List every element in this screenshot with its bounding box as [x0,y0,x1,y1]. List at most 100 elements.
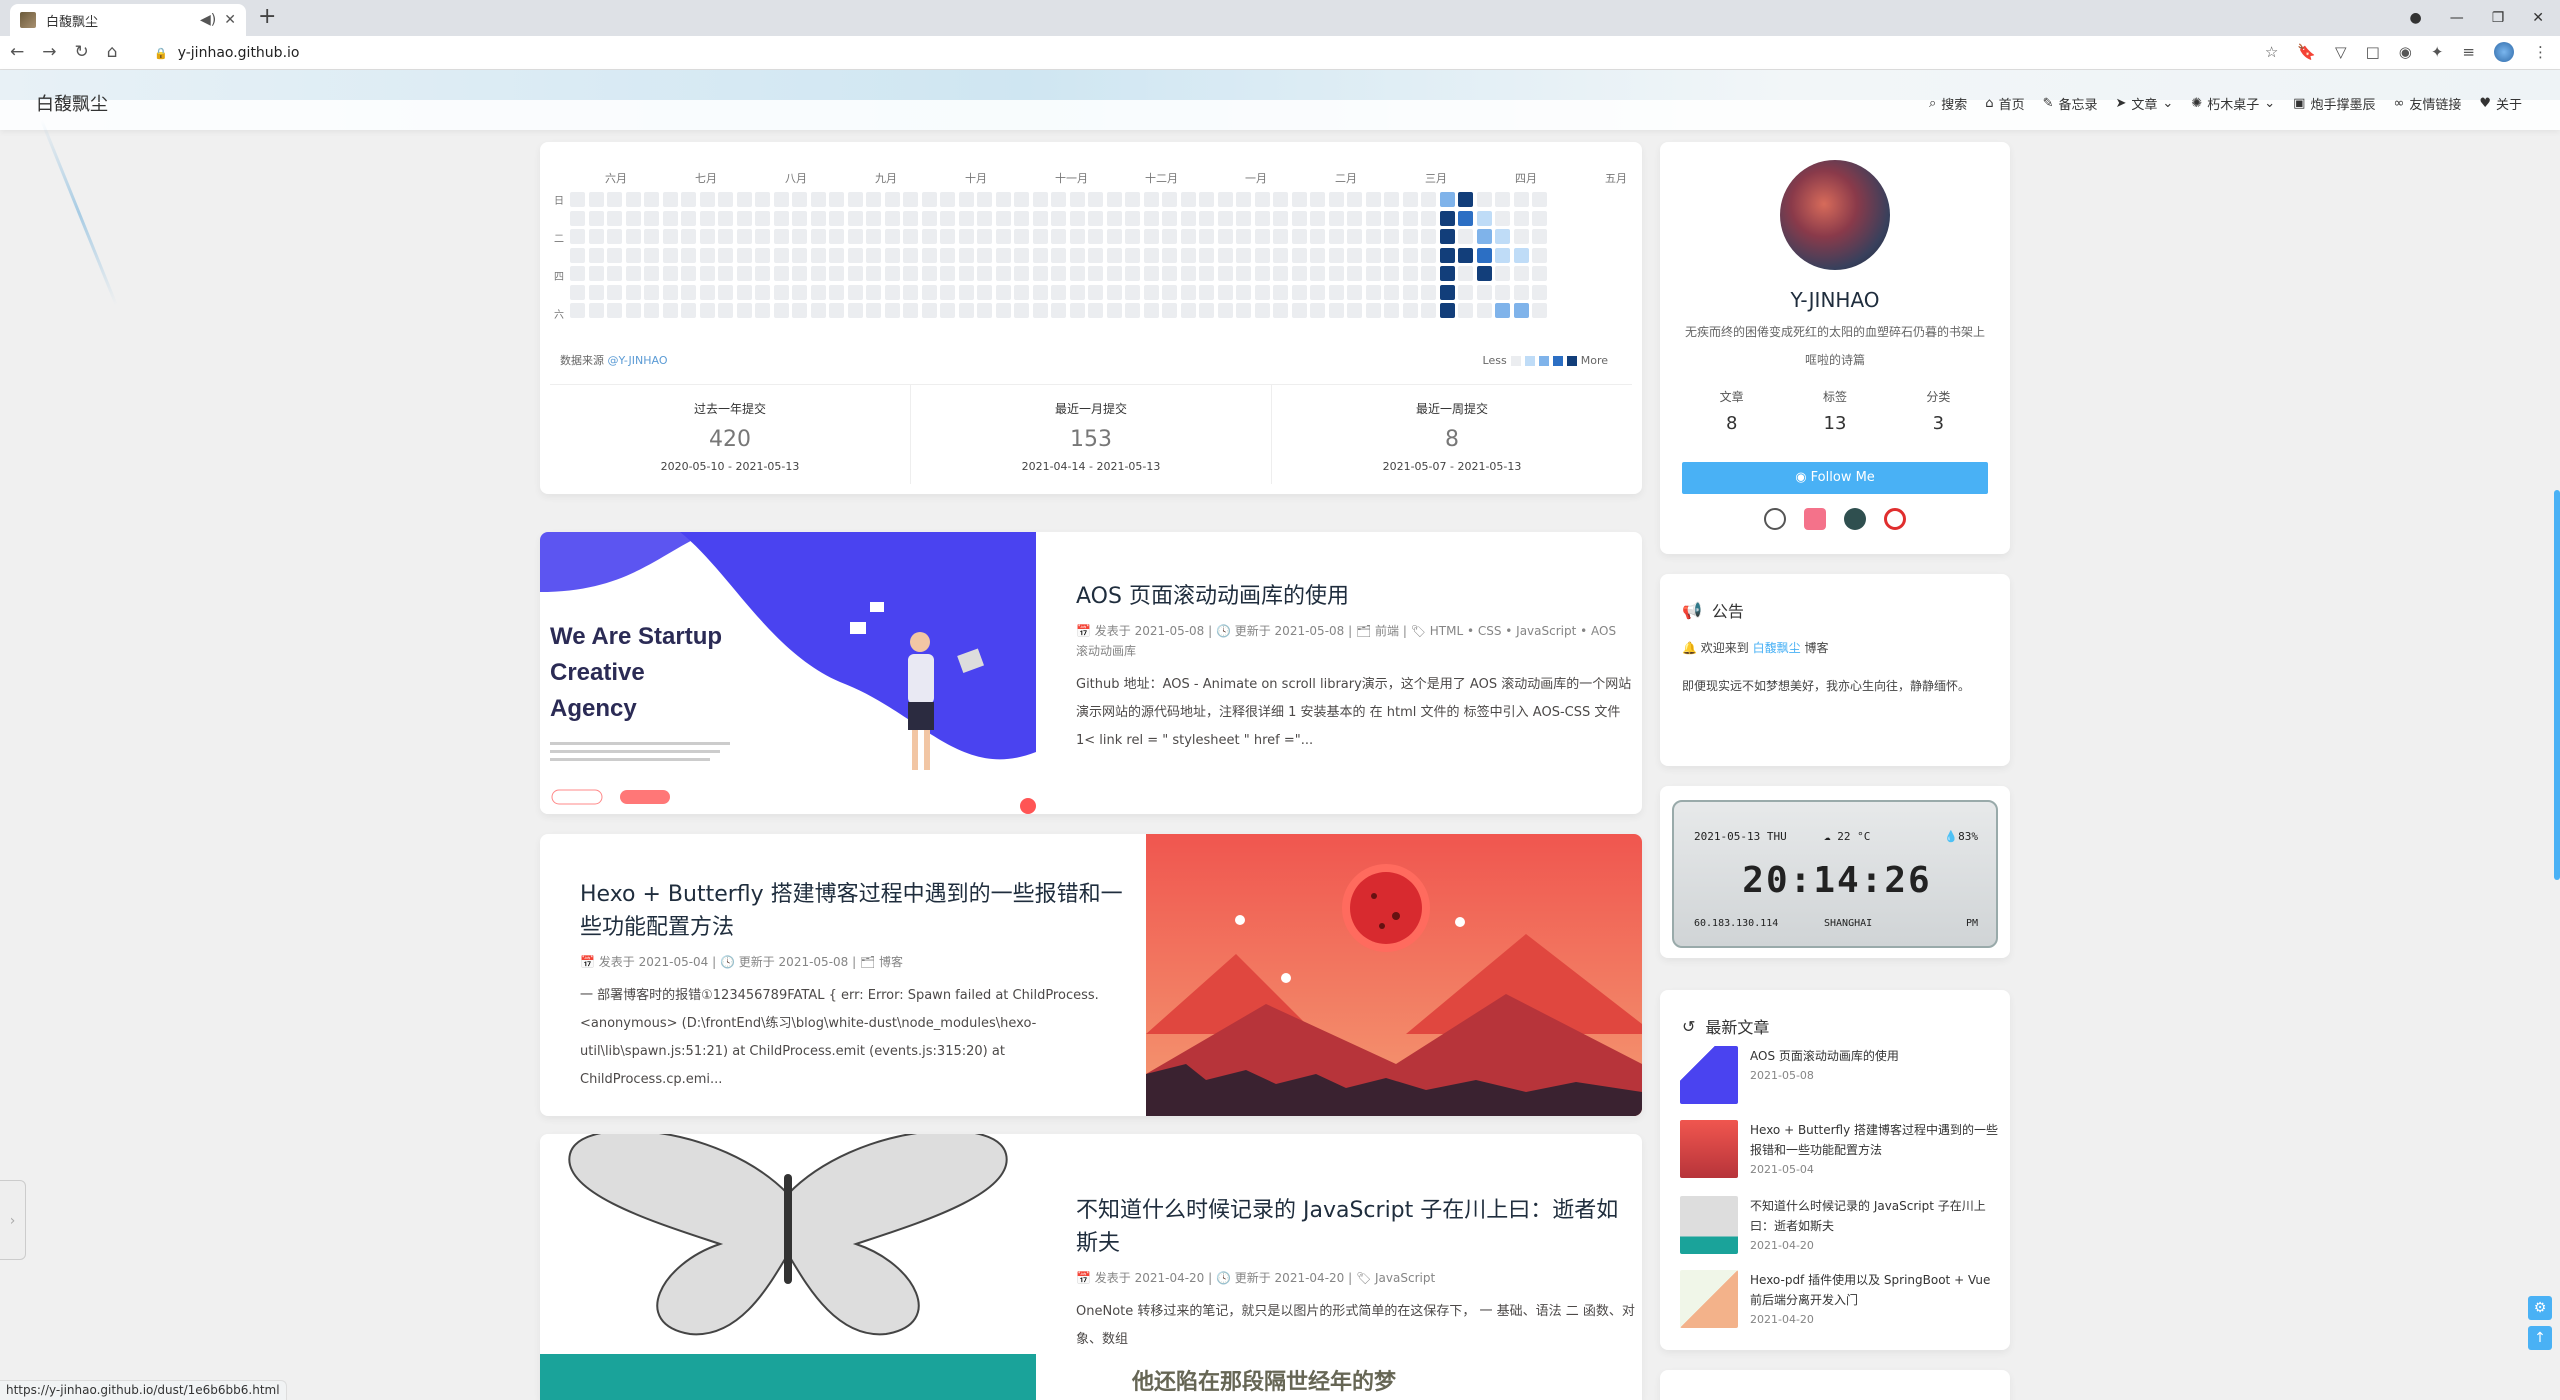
contribution-cell [1476,266,1492,281]
menu-item-desk[interactable]: ✺ 朽木桌子 ⌄ [2191,94,2275,113]
contribution-cell [1106,210,1122,226]
post-title[interactable]: 不知道什么时候记录的 JavaScript 子在川上曰：逝者如斯夫 [1076,1194,1636,1260]
recent-item[interactable]: 不知道什么时候记录的 JavaScript 子在川上曰：逝者如斯夫 2021-04… [1680,1196,1992,1260]
extension-circle-icon[interactable]: ◉ [2399,43,2412,61]
post-card[interactable]: 不知道什么时候记录的 JavaScript 子在川上曰：逝者如斯夫 📅 发表于 … [540,1134,1642,1400]
new-tab-button[interactable]: + [258,4,276,29]
post-cover[interactable]: We Are Startup Creative Agency [540,532,1036,814]
menu-item-memo[interactable]: ✎ 备忘录 [2043,94,2098,113]
author-stats: 文章 8 标签 13 分类 3 [1680,388,1990,434]
extension-v-icon[interactable]: ▽ [2335,43,2347,61]
contribution-cell [940,284,955,300]
home-button-icon[interactable]: ⌂ [107,42,118,62]
post-title[interactable]: Hexo + Butterfly 搭建博客过程中遇到的一些报错和一些功能配置方法 [580,878,1140,944]
contribution-cell [884,284,900,300]
notice-site-link[interactable]: 白馥飘尘 [1753,641,1801,655]
contribution-cell [977,229,992,244]
contribution-cell [644,192,659,207]
browser-tabbar: 白馥飘尘 ◀) ✕ + ● — ❐ ✕ [0,0,2560,36]
contribution-cell [884,210,900,226]
contribution-cell [718,192,733,207]
reload-icon[interactable]: ↻ [75,42,89,62]
contribution-cell [1088,210,1103,226]
contribution-cell [1347,284,1362,300]
bilibili-icon[interactable] [1804,508,1826,530]
contribution-cell [1106,284,1122,300]
source-link[interactable]: @Y-JINHAO [608,354,668,367]
recent-thumb [1680,1046,1738,1104]
restore-button[interactable]: ❐ [2492,10,2505,26]
recent-item[interactable]: Hexo + Butterfly 搭建博客过程中遇到的一些报错和一些功能配置方法… [1680,1120,1998,1184]
contribution-cell [977,303,992,318]
minimize-button[interactable]: — [2450,10,2464,26]
csdn-icon[interactable] [1844,508,1866,530]
menu-item-home[interactable]: ⌂ 首页 [1985,94,2024,113]
follow-button[interactable]: ◉ Follow Me [1682,462,1988,494]
post-card[interactable]: Hexo + Butterfly 搭建博客过程中遇到的一些报错和一些功能配置方法… [540,834,1642,1116]
contribution-cell [977,266,992,281]
site-brand[interactable]: 白馥飘尘 [36,90,108,116]
post-card[interactable]: We Are Startup Creative Agency AOS 页面滚动动… [540,532,1642,814]
address-text: y-jinhao.github.io [177,45,300,61]
contribution-cell [1291,210,1307,226]
contribution-cell [1513,210,1529,226]
contribution-cell [1513,229,1529,244]
back-to-top-button[interactable]: ↑ [2528,1326,2552,1350]
contribution-cell [810,247,826,263]
scrollbar[interactable] [2554,490,2560,880]
month-label: 七月 [695,172,717,185]
stat-tags[interactable]: 标签 13 [1823,388,1847,434]
puzzle-icon[interactable]: ✦ [2431,43,2444,61]
qq-icon[interactable] [1764,508,1786,530]
settings-button[interactable]: ⚙ [2528,1296,2552,1320]
contribution-cell [1199,266,1214,281]
menu-item-articles[interactable]: ➤ 文章 ⌄ [2116,94,2174,113]
contribution-cell [570,229,585,244]
contribution-cell [1310,229,1325,244]
forward-icon[interactable]: → [42,42,56,62]
day-label: 日 [554,196,564,207]
netease-music-icon[interactable] [1884,508,1906,530]
contribution-cell [1513,247,1529,263]
speaker-icon[interactable]: ◀) [200,12,216,28]
recent-item[interactable]: Hexo-pdf 插件使用以及 SpringBoot + Vue 前后端分离开发… [1680,1270,1992,1334]
recent-thumb [1680,1270,1738,1328]
stat-articles[interactable]: 文章 8 [1720,388,1744,434]
contribution-cell [718,229,733,244]
playlist-icon[interactable]: ≡ [2462,43,2475,61]
post-cover[interactable] [540,1134,1036,1400]
month-label: 九月 [875,172,897,185]
profile-dot-icon[interactable]: ● [2409,10,2421,26]
extension-square-icon[interactable]: □ [2366,43,2380,61]
contribution-cell [1254,192,1270,207]
close-icon[interactable]: ✕ [224,12,236,28]
contribution-cell [607,303,622,318]
back-icon[interactable]: ← [10,42,24,62]
browser-tab[interactable]: 白馥飘尘 ◀) ✕ [10,4,246,36]
bookmark-icon[interactable]: 🔖 [2297,43,2316,61]
close-window-button[interactable]: ✕ [2532,10,2544,26]
contribution-cell [1365,229,1381,244]
more-icon[interactable]: ⋮ [2533,43,2548,61]
contribution-cell [1088,192,1103,207]
contribution-cell [1291,266,1307,281]
menu-item-about[interactable]: ♥ 关于 [2479,94,2522,113]
contribution-cell [1291,229,1307,244]
left-drawer-handle[interactable]: › [0,1180,26,1260]
stat-categories[interactable]: 分类 3 [1926,388,1950,434]
contribution-cell [866,210,881,226]
contribution-cell [1032,303,1048,318]
star-icon[interactable]: ☆ [2265,43,2278,61]
contribution-cell [1384,266,1399,281]
menu-item-search[interactable]: ⌕ 搜索 [1929,94,1967,113]
post-cover[interactable] [1146,834,1642,1116]
profile-avatar[interactable] [2494,42,2514,62]
social-links [1660,508,2010,530]
address-bar[interactable]: 🔒 y-jinhao.github.io [140,40,2280,66]
menu-item-links[interactable]: ∞ 友情链接 [2393,94,2461,113]
post-title[interactable]: AOS 页面滚动动画库的使用 [1076,580,1636,613]
menu-item-gallery[interactable]: ▣ 炮手撑墨辰 [2293,94,2375,113]
recent-item[interactable]: AOS 页面滚动动画库的使用 2021-05-08 [1680,1046,1992,1110]
contribution-cell [958,210,974,226]
contribution-cell [1032,247,1048,263]
